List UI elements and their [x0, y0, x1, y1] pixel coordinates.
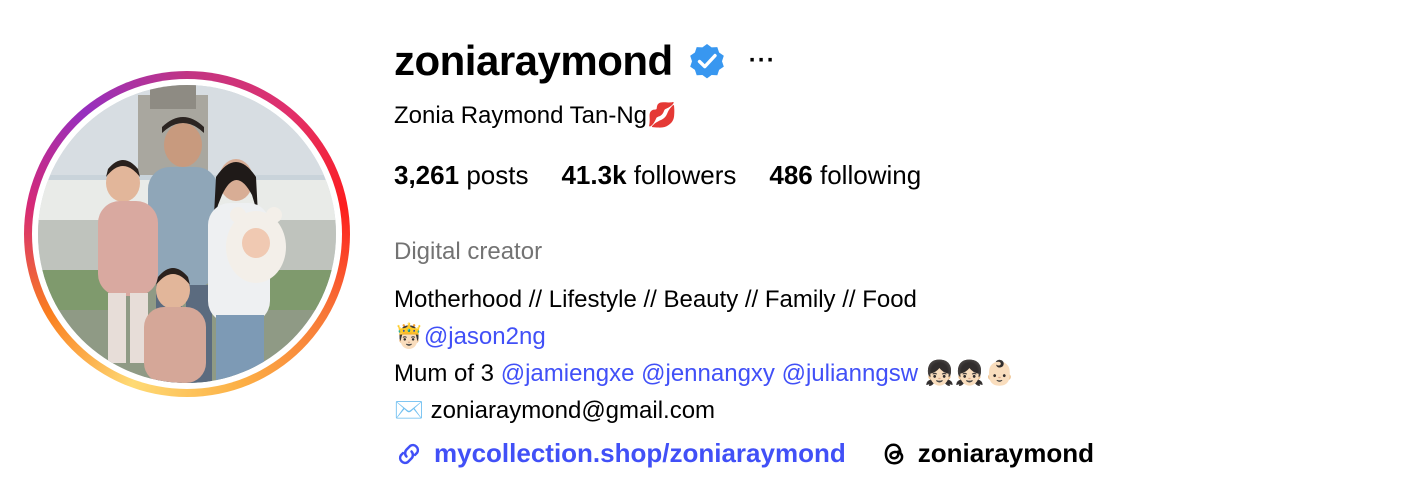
profile-header: zoniaraymond ···	[394, 30, 776, 92]
followers-label: followers	[633, 160, 737, 190]
verified-badge-icon	[689, 44, 724, 79]
bio-line-partner: 🤴🏻@jason2ng	[394, 318, 1014, 355]
avatar-photo-illustration	[38, 85, 336, 383]
bio-line-children: Mum of 3 @jamiengxe @jennangxy @julianng…	[394, 355, 1014, 392]
bio-text: Mum of 3	[394, 360, 495, 387]
link-icon	[398, 443, 420, 464]
avatar-gap	[32, 79, 342, 389]
mention-link[interactable]: @julianngsw	[782, 360, 918, 387]
username: zoniaraymond	[394, 37, 673, 84]
profile-links: mycollection.shop/zoniaraymond zoniaraym…	[394, 438, 1094, 469]
posts-stat: 3,261 posts	[394, 160, 528, 191]
website-url: mycollection.shop/zoniaraymond	[434, 438, 846, 468]
following-stat[interactable]: 486 following	[769, 160, 921, 191]
profile-stats: 3,261 posts 41.3k followers 486 followin…	[394, 160, 954, 191]
bio-line-email: ✉️ zoniaraymond@gmail.com	[394, 392, 1014, 429]
profile-category: Digital creator	[394, 238, 543, 265]
prince-emoji-icon: 🤴🏻	[394, 322, 424, 350]
mention-link[interactable]: @jason2ng	[424, 323, 546, 350]
following-count: 486	[769, 160, 813, 190]
posts-label: posts	[466, 160, 529, 190]
bio: Motherhood // Lifestyle // Beauty // Fam…	[394, 282, 1014, 429]
followers-count: 41.3k	[561, 160, 627, 190]
contact-email: zoniaraymond@gmail.com	[430, 397, 716, 424]
threads-handle: zoniaraymond	[917, 438, 1094, 468]
mention-link[interactable]: @jennangxy	[641, 360, 775, 387]
avatar[interactable]	[38, 85, 336, 383]
children-emoji-icon: 👧🏻👧🏻👶🏻	[924, 359, 1015, 387]
followers-stat[interactable]: 41.3k followers	[561, 160, 736, 191]
bio-line-interests: Motherhood // Lifestyle // Beauty // Fam…	[394, 286, 917, 313]
mention-link[interactable]: @jamiengxe	[501, 360, 635, 387]
story-ring[interactable]	[24, 71, 350, 397]
threads-icon	[884, 442, 904, 465]
posts-count: 3,261	[394, 160, 460, 190]
website-link[interactable]: mycollection.shop/zoniaraymond	[394, 438, 846, 469]
more-options-icon[interactable]: ···	[749, 47, 776, 75]
username-row: zoniaraymond ···	[394, 30, 776, 92]
envelope-icon: ✉️	[394, 396, 424, 424]
full-name: Zonia Raymond Tan-Ng💋	[394, 102, 677, 129]
threads-link[interactable]: zoniaraymond	[880, 438, 1094, 469]
following-label: following	[820, 160, 922, 190]
